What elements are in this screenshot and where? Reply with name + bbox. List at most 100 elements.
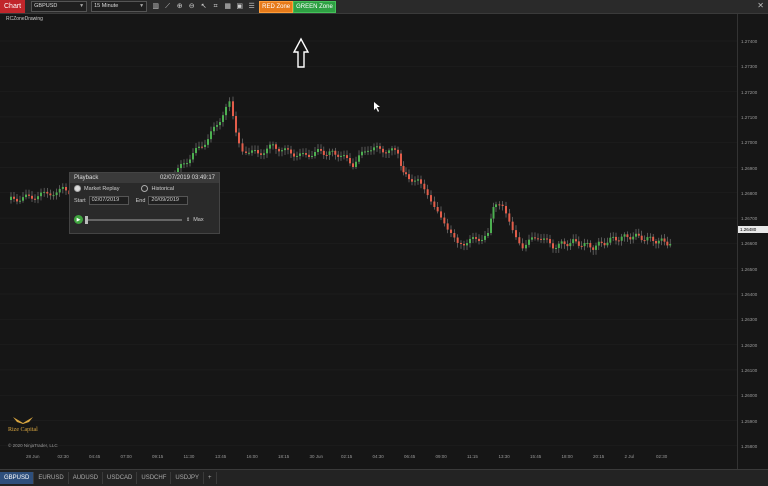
- candle-body: [649, 236, 652, 238]
- interval-dropdown[interactable]: 15 Minute ▼: [91, 1, 148, 12]
- speed-stepper-icon[interactable]: ⇕: [186, 217, 190, 223]
- instrument-tab-usdjpy[interactable]: USDJPY: [171, 472, 205, 484]
- start-date-value: 02/07/2019: [91, 197, 120, 203]
- candle-body: [612, 236, 615, 238]
- candle-body: [287, 148, 289, 150]
- candle-body: [373, 147, 375, 151]
- close-icon[interactable]: ✕: [757, 1, 764, 10]
- candle-body: [225, 106, 227, 116]
- candle-body: [518, 237, 521, 244]
- price-axis[interactable]: 1.27400 1.27300 1.27200 1.27100 1.27000 1.269…: [737, 14, 768, 469]
- instrument-dropdown[interactable]: GBPUSD ▼: [31, 1, 88, 12]
- candle-body: [305, 153, 307, 155]
- candle-body: [55, 192, 58, 196]
- price-tick: 1.26100: [741, 367, 758, 373]
- candle-body: [657, 240, 660, 244]
- time-tick: 09:00: [435, 454, 447, 459]
- candle-body: [420, 179, 422, 184]
- price-tick: 1.27300: [741, 64, 758, 70]
- candle-body: [192, 153, 194, 160]
- playback-slider[interactable]: [85, 215, 182, 224]
- instrument-tab-gbpusd[interactable]: GBPUSD: [0, 472, 35, 484]
- time-tick: 04:30: [372, 454, 384, 459]
- pointer-icon[interactable]: ↖: [199, 2, 208, 11]
- time-axis[interactable]: 28 Jun 02:30 04:45 07:00 09:15 11:30 13:45 16:0…: [0, 451, 737, 469]
- candle-body: [308, 154, 310, 157]
- candle-body: [343, 155, 345, 157]
- candle-body: [40, 192, 42, 197]
- red-zone-button[interactable]: RED Zone: [259, 0, 294, 13]
- candle-body: [615, 236, 617, 241]
- candle-body: [569, 243, 572, 247]
- instrument-tab-usdchf[interactable]: USDCHF: [137, 472, 172, 484]
- chart-area[interactable]: [0, 14, 737, 469]
- candle-body: [251, 150, 253, 153]
- price-tick: 1.26000: [741, 393, 758, 399]
- properties-icon[interactable]: ⌗: [211, 2, 220, 11]
- candle-body: [25, 194, 27, 198]
- candle-body: [595, 245, 597, 250]
- candle-body: [632, 236, 635, 240]
- candle-body: [216, 125, 218, 127]
- candle-body: [505, 206, 507, 214]
- zoom-in-icon[interactable]: ⊕: [175, 2, 184, 11]
- time-tick: 2 Jul: [624, 454, 635, 459]
- up-arrow-icon: [292, 37, 310, 68]
- candle-body: [463, 243, 465, 246]
- market-replay-radio[interactable]: [74, 185, 81, 192]
- green-zone-button[interactable]: GREEN Zone: [293, 0, 336, 13]
- candle-body: [663, 238, 666, 242]
- candle-body: [484, 235, 486, 240]
- candle-body: [278, 148, 280, 152]
- candle-body: [320, 149, 322, 151]
- candle-body: [478, 238, 480, 242]
- candle-body: [238, 132, 240, 144]
- bar-chart-icon[interactable]: ▥: [151, 2, 160, 11]
- candle-body: [328, 151, 331, 155]
- time-tick: 28 Jun: [26, 454, 40, 459]
- candle-body: [555, 247, 557, 249]
- candle-body: [546, 238, 548, 240]
- add-tab-button[interactable]: +: [204, 472, 217, 484]
- time-tick: 02:15: [341, 454, 353, 459]
- candle-body: [540, 238, 542, 240]
- current-price-badge: 1.26480: [738, 226, 768, 233]
- candle-body: [397, 149, 399, 154]
- historical-radio[interactable]: [141, 185, 149, 192]
- chart-grid: [0, 40, 737, 447]
- time-tick: 15:45: [530, 454, 542, 459]
- play-button[interactable]: ▶: [74, 215, 83, 224]
- end-date-picker[interactable]: 20/09/2019: [148, 196, 189, 205]
- candle-body: [652, 236, 655, 241]
- candle-body: [65, 187, 67, 191]
- instrument-tab-eurusd[interactable]: EURUSD: [34, 472, 69, 484]
- zoom-out-icon[interactable]: ⊖: [187, 2, 196, 11]
- price-tick: 1.25800: [741, 443, 758, 449]
- candle-body: [352, 163, 354, 167]
- candle-body: [417, 179, 419, 181]
- strategy-icon[interactable]: ▦: [223, 2, 232, 11]
- playback-header[interactable]: Playback 02/07/2019 03:49:17: [70, 173, 219, 183]
- candle-body: [669, 243, 672, 246]
- market-replay-label: Market Replay: [84, 185, 120, 192]
- candle-body: [525, 244, 527, 249]
- candle-body: [600, 241, 603, 243]
- price-tick: 1.26300: [741, 317, 758, 323]
- slider-thumb[interactable]: [85, 215, 88, 224]
- price-tick: 1.26900: [741, 165, 758, 171]
- drawing-tool-icon[interactable]: ⟋: [163, 2, 172, 11]
- candle-body: [490, 218, 492, 234]
- instrument-tab-usdcad[interactable]: USDCAD: [103, 472, 138, 484]
- candle-body: [266, 148, 268, 154]
- candle-body: [180, 163, 182, 169]
- candle-body: [583, 242, 586, 247]
- start-label: Start: [74, 197, 86, 204]
- start-date-picker[interactable]: 02/07/2019: [88, 196, 129, 205]
- instrument-tab-audusd[interactable]: AUDUSD: [69, 472, 104, 484]
- candle-body: [302, 153, 304, 155]
- copyright: © 2020 NinjaTrader, LLC: [8, 443, 58, 448]
- data-box-icon[interactable]: ▣: [235, 2, 244, 11]
- chart-tab[interactable]: Chart: [0, 0, 26, 13]
- playback-panel: Playback 02/07/2019 03:49:17 Market Repl…: [69, 172, 220, 234]
- indicators-icon[interactable]: ☰: [247, 2, 256, 11]
